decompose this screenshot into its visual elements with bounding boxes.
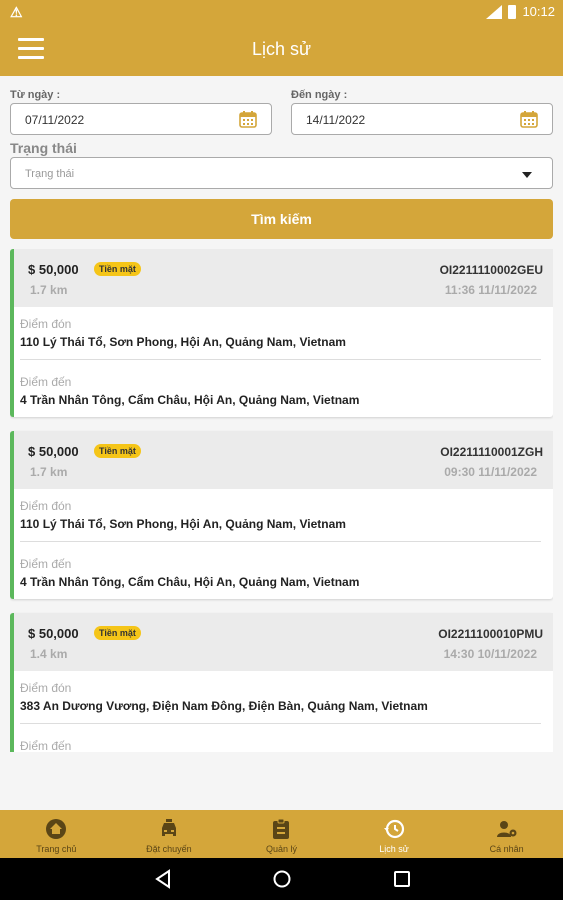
dropoff-address: 4 Trần Nhân Tông, Cẩm Châu, Hội An, Quản… [20,393,360,407]
signal-icon [486,4,503,19]
dropoff-label: Điểm đến [20,375,72,389]
nav-label: Quản lý [265,844,297,854]
bottom-nav: Trang chủ Đặt chuyến Quản lý Lịch sử Cá … [0,810,563,858]
home-icon [45,818,67,845]
divider [20,723,541,724]
trip-code: OI2211110002GEU [439,263,543,277]
nav-item-profile[interactable]: Cá nhân [450,810,563,858]
warning-icon: ⚠ [10,4,23,20]
trip-list[interactable]: $ 50,000 Tiền mặt 1.7 km OI2211110002GEU… [10,249,553,752]
recents-icon[interactable] [393,869,411,894]
nav-label: Trang chủ [36,844,77,854]
from-date-field[interactable]: 07/11/2022 [10,103,272,135]
payment-badge: Tiền mặt [94,444,141,458]
status-select[interactable]: Trạng thái [10,157,553,189]
status-filter-label: Trạng thái [10,140,77,156]
dropoff-address: 4 Trần Nhân Tông, Cẩm Châu, Hội An, Quản… [20,575,360,589]
nav-label: Cá nhân [489,844,524,854]
calendar-icon[interactable] [239,110,257,133]
trip-price: $ 50,000 [28,262,79,277]
divider [20,541,541,542]
payment-badge: Tiền mặt [94,626,141,640]
page-title: Lịch sử [251,39,312,59]
pickup-address: 110 Lý Thái Tổ, Sơn Phong, Hội An, Quảng… [20,517,346,531]
trip-time: 11:36 11/11/2022 [444,283,537,297]
to-date-value: 14/11/2022 [306,113,366,127]
trip-code: OI2211100010PMU [438,627,543,641]
system-nav-bar [0,858,563,900]
search-button[interactable]: Tìm kiếm [10,199,553,239]
trip-card[interactable]: $ 50,000 Tiền mặt 1.7 km OI2211110001ZGH… [10,431,553,599]
trip-price: $ 50,000 [28,444,79,459]
divider [20,359,541,360]
status-select-placeholder: Trạng thái [25,168,75,180]
trip-card[interactable]: $ 50,000 Tiền mặt 1.4 km OI2211100010PMU… [10,613,553,752]
user-settings-icon [496,818,518,845]
nav-item-booking[interactable]: Đặt chuyến [113,810,226,858]
pickup-label: Điểm đón [20,681,72,695]
to-date-label: Đến ngày : [291,89,348,101]
pickup-address: 383 An Dương Vương, Điện Nam Đông, Điện … [20,699,428,713]
pickup-label: Điểm đón [20,499,72,513]
trip-time: 14:30 10/11/2022 [443,647,537,661]
nav-item-home[interactable]: Trang chủ [0,810,113,858]
chevron-down-icon [522,172,532,178]
trip-code: OI2211110001ZGH [440,445,543,459]
nav-item-manage[interactable]: Quản lý [225,810,338,858]
nav-label: Lịch sử [379,844,409,854]
nav-item-history[interactable]: Lịch sử [338,810,451,858]
trip-card[interactable]: $ 50,000 Tiền mặt 1.7 km OI2211110002GEU… [10,249,553,417]
trip-distance: 1.7 km [30,283,68,297]
to-date-field[interactable]: 14/11/2022 [291,103,553,135]
trip-price: $ 50,000 [28,626,79,641]
from-date-value: 07/11/2022 [25,113,85,127]
calendar-icon[interactable] [520,110,538,133]
trip-time: 09:30 11/11/2022 [444,465,537,479]
pickup-label: Điểm đón [20,317,72,331]
battery-icon [508,4,517,19]
trip-distance: 1.7 km [30,465,68,479]
nav-label: Đặt chuyến [146,844,192,854]
trip-distance: 1.4 km [30,647,68,661]
dropoff-label: Điểm đến [20,557,72,571]
dropoff-label: Điểm đến [20,739,72,752]
app-bar: Lịch sử [0,24,563,76]
status-icons: 10:12 [486,4,555,19]
from-date-label: Từ ngày : [10,89,61,101]
payment-badge: Tiền mặt [94,262,141,276]
clipboard-icon [270,818,292,845]
pickup-address: 110 Lý Thái Tổ, Sơn Phong, Hội An, Quảng… [20,335,346,349]
history-icon [383,818,405,845]
car-icon [158,818,180,845]
home-circle-icon[interactable] [272,869,292,894]
back-icon[interactable] [154,869,172,894]
status-bar: ⚠ 10:12 [0,0,563,24]
status-time: 10:12 [522,4,555,19]
